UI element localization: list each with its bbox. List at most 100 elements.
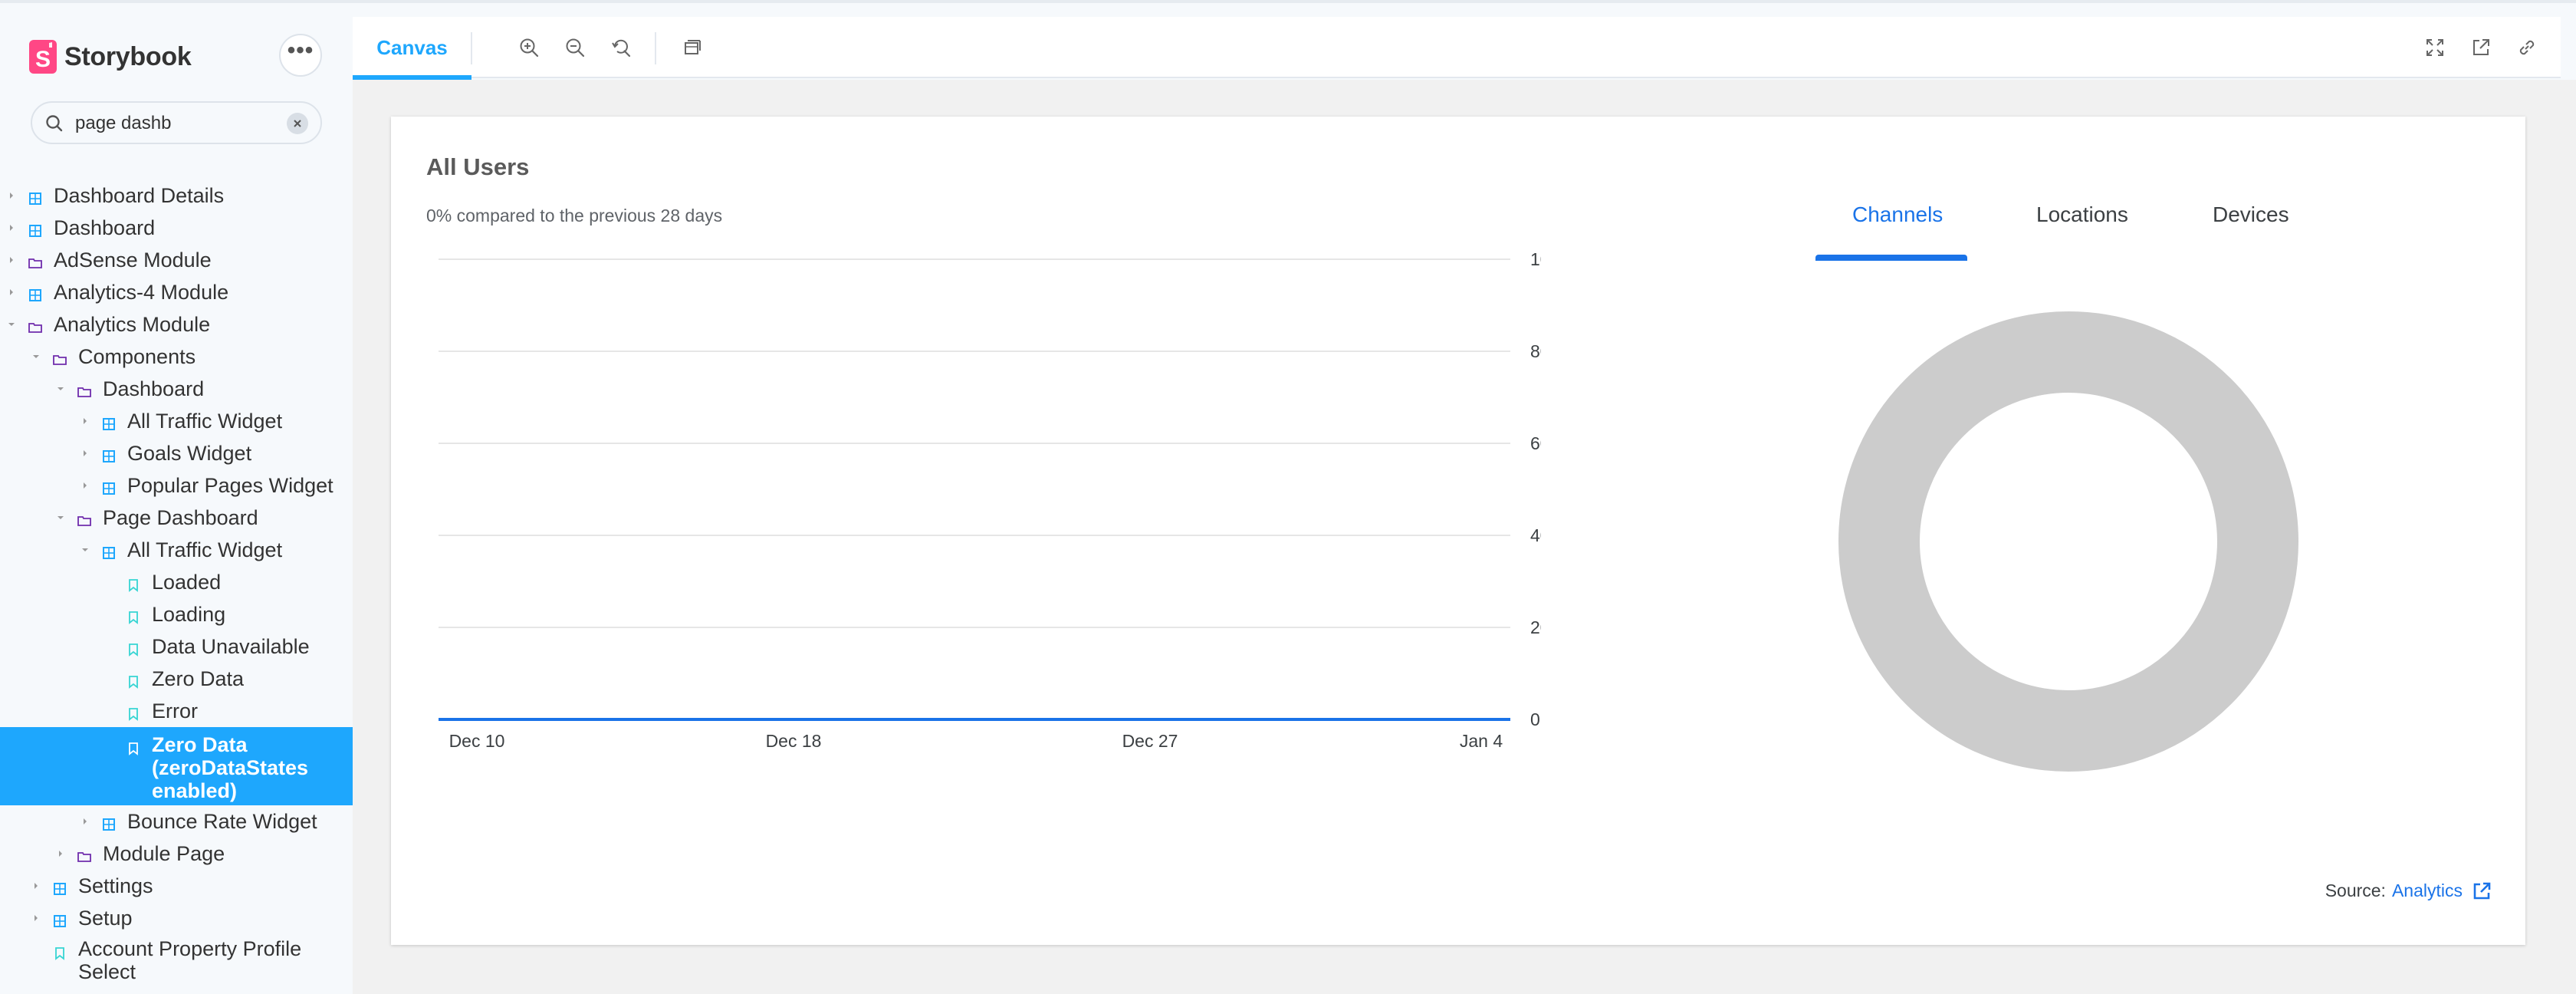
search-input[interactable] <box>75 112 305 135</box>
top-border <box>0 0 2576 3</box>
tab-canvas[interactable]: Canvas <box>353 17 472 80</box>
tab-locations[interactable]: Locations <box>2036 202 2128 253</box>
sidebar-item-folder[interactable]: Analytics Module <box>0 308 353 341</box>
folder-icon <box>52 349 67 365</box>
sidebar-item-component[interactable]: All Traffic Widget <box>0 534 353 566</box>
chevron-right-icon[interactable] <box>80 416 90 426</box>
svg-text:S: S <box>35 47 51 72</box>
sidebar-item-component[interactable]: Analytics-4 Module <box>0 276 353 308</box>
y-tick-label: 80 <box>1530 341 1541 361</box>
zoom-reset-icon <box>612 39 631 58</box>
sidebar-item-label: Zero Data (zeroDataStates enabled) <box>152 733 309 802</box>
sidebar-item-label: AdSense Module <box>54 248 212 272</box>
y-tick-label: 20 <box>1530 617 1541 637</box>
sidebar-item-story[interactable]: Loading <box>0 598 353 630</box>
chevron-right-icon[interactable] <box>31 880 41 891</box>
open-new-tab-button[interactable] <box>2469 35 2493 60</box>
tab-channels[interactable]: Channels <box>1852 202 1943 253</box>
zoom-out-icon <box>566 38 585 58</box>
chevron-right-icon[interactable] <box>31 913 41 923</box>
open-new-tab-icon <box>2473 39 2489 55</box>
sidebar-item-story[interactable]: Error <box>0 695 353 727</box>
toolbar: Canvas <box>353 17 2561 80</box>
sidebar-item-label: Page Dashboard <box>103 505 258 529</box>
sidebar-item-folder[interactable]: Page Dashboard <box>0 502 353 534</box>
sidebar-item-label: Dashboard Details <box>54 183 225 207</box>
component-icon <box>28 285 43 301</box>
chevron-right-icon[interactable] <box>80 816 90 827</box>
zoom-in-button[interactable] <box>517 35 541 60</box>
sidebar-item-component[interactable]: Dashboard <box>0 212 353 244</box>
folder-icon <box>28 252 43 268</box>
fullscreen-button[interactable] <box>2423 35 2447 60</box>
sidebar-item-label: Analytics Module <box>54 312 211 336</box>
sidebar-item-label: Setup <box>78 906 133 930</box>
sidebar-item-story[interactable]: Account Property Profile Select <box>0 934 353 988</box>
chevron-down-icon[interactable] <box>55 383 66 394</box>
zoom-out-button[interactable] <box>563 35 587 60</box>
sidebar-item-folder[interactable]: Dashboard <box>0 373 353 405</box>
bookmark-icon <box>52 943 67 960</box>
sidebar-item-story[interactable]: Loaded <box>0 566 353 598</box>
sidebar-item-component[interactable]: Bounce Rate Widget <box>0 805 353 838</box>
component-icon <box>52 910 67 927</box>
sidebar-item-component[interactable]: All Traffic Widget <box>0 405 353 437</box>
folder-icon <box>28 317 43 333</box>
component-icon <box>101 413 117 430</box>
chevron-right-icon[interactable] <box>80 448 90 459</box>
sidebar-item-component[interactable]: Dashboard Details <box>0 179 353 212</box>
component-icon <box>101 542 117 559</box>
sidebar-item-label: Goals Widget <box>127 441 252 465</box>
chevron-right-icon[interactable] <box>6 190 17 201</box>
sidebar-item-label: Module Page <box>103 841 225 865</box>
sidebar-item-component[interactable]: Goals Widget <box>0 437 353 469</box>
canvas-area: All Users 0% compared to the previous 28… <box>353 80 2576 994</box>
chevron-down-icon[interactable] <box>6 319 17 330</box>
more-options-button[interactable]: ••• <box>279 34 322 77</box>
y-tick-label: 40 <box>1530 525 1541 545</box>
folder-icon <box>77 381 92 397</box>
search-box <box>31 101 322 144</box>
sidebar-item-label: Bounce Rate Widget <box>127 809 317 833</box>
sidebar-item-label: Zero Data <box>152 667 245 690</box>
storybook-logo-icon: S <box>29 40 57 74</box>
sidebar-item-component[interactable]: Popular Pages Widget <box>0 469 353 502</box>
sidebar-item-label: Components <box>78 344 196 368</box>
background-button[interactable] <box>679 35 704 60</box>
external-link-icon[interactable] <box>2472 881 2492 901</box>
channels-donut-chart <box>1838 311 2298 772</box>
chevron-right-icon[interactable] <box>6 222 17 233</box>
sidebar-item-story[interactable]: Data Unavailable <box>0 630 353 663</box>
source-analytics-link[interactable]: Analytics <box>2392 880 2463 901</box>
chevron-down-icon[interactable] <box>31 351 41 362</box>
sidebar-item-folder[interactable]: Components <box>0 341 353 373</box>
chevron-down-icon[interactable] <box>80 545 90 555</box>
chevron-right-icon[interactable] <box>6 287 17 298</box>
close-icon <box>294 120 301 127</box>
folder-icon <box>77 846 92 862</box>
copy-link-button[interactable] <box>2515 35 2539 60</box>
sidebar-item-label: Dashboard <box>54 216 156 239</box>
bookmark-icon <box>126 671 141 689</box>
tab-devices[interactable]: Devices <box>2213 202 2289 253</box>
y-tick-label: 0 <box>1530 709 1540 729</box>
chevron-right-icon[interactable] <box>55 848 66 859</box>
search-clear-button[interactable] <box>287 113 308 134</box>
sidebar-item-component[interactable]: Setup <box>0 902 353 934</box>
sidebar-item-story[interactable]: Zero Data (zeroDataStates enabled) <box>0 727 353 805</box>
x-tick-label: Jan 4 <box>1460 731 1503 751</box>
sidebar-item-label: Popular Pages Widget <box>127 473 334 497</box>
chevron-right-icon[interactable] <box>80 480 90 491</box>
brand-name: Storybook <box>64 41 192 71</box>
brand[interactable]: S Storybook <box>29 40 192 74</box>
folder-icon <box>77 510 92 526</box>
sidebar-item-folder[interactable]: AdSense Module <box>0 244 353 276</box>
x-tick-label: Dec 27 <box>1122 731 1178 751</box>
ellipsis-icon: ••• <box>287 38 314 63</box>
chevron-right-icon[interactable] <box>6 255 17 265</box>
chevron-down-icon[interactable] <box>55 512 66 523</box>
sidebar-item-story[interactable]: Zero Data <box>0 663 353 695</box>
sidebar-item-component[interactable]: Settings <box>0 870 353 902</box>
sidebar-item-folder[interactable]: Module Page <box>0 838 353 870</box>
zoom-reset-button[interactable] <box>609 35 633 60</box>
